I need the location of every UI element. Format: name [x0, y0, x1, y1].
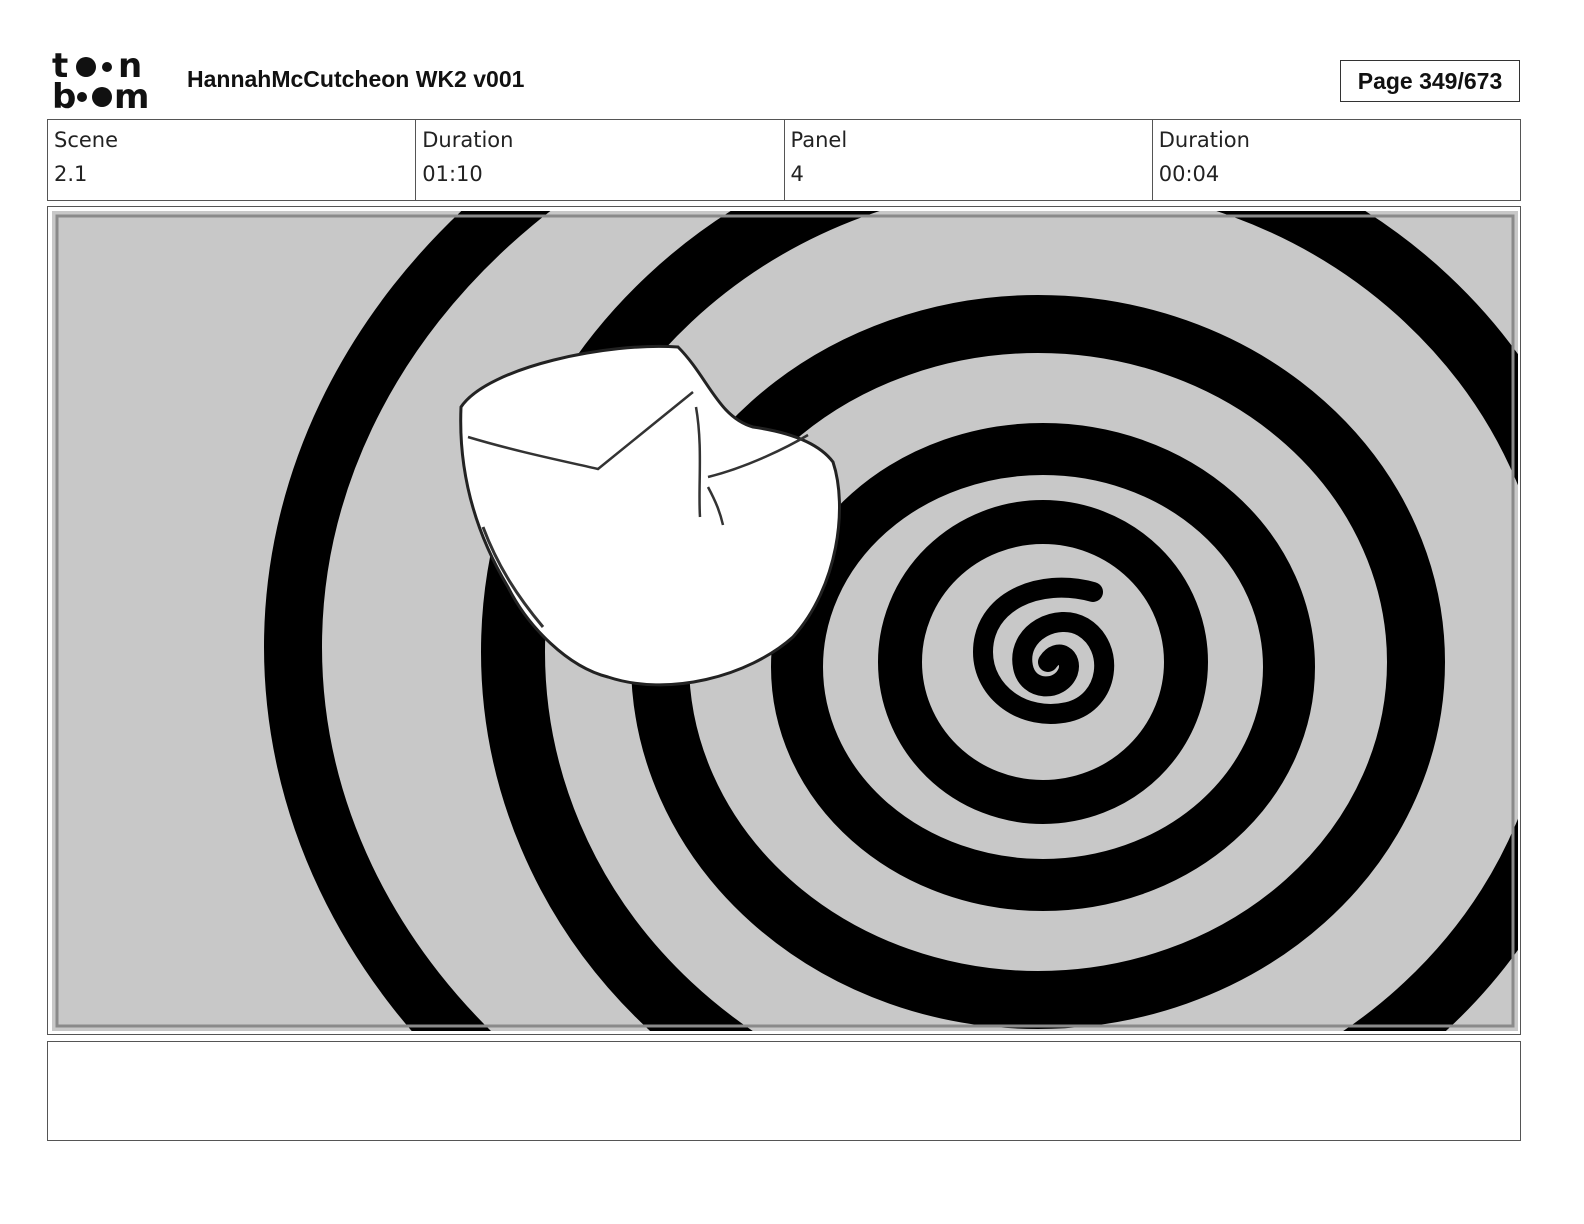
panel-drawing [52, 211, 1518, 1031]
panel-cell: Panel 4 [785, 120, 1153, 200]
scene-duration-cell: Duration 01:10 [416, 120, 785, 200]
scene-label: Scene [54, 128, 119, 152]
panel-duration-cell: Duration 00:04 [1153, 120, 1520, 200]
toon-boom-logo-mark: t n b m [52, 46, 149, 117]
panel-value: 4 [790, 162, 804, 186]
storyboard-panel [47, 206, 1521, 1035]
panel-duration-value: 00:04 [1158, 162, 1220, 186]
scene-duration-label: Duration [422, 128, 514, 152]
scene-value: 2.1 [54, 162, 88, 186]
toon-boom-logo: t n b m [52, 46, 164, 117]
page-number: Page 349/673 [1340, 60, 1520, 102]
svg-text:m: m [114, 77, 149, 112]
panel-duration-label: Duration [1158, 128, 1250, 152]
scene-duration-value: 01:10 [422, 162, 483, 186]
scene-cell: Scene 2.1 [48, 120, 417, 200]
document-title: HannahMcCutcheon WK2 v001 [187, 66, 525, 92]
svg-text:b: b [52, 77, 76, 112]
panel-notes-box [47, 1041, 1521, 1141]
panel-label: Panel [790, 128, 848, 152]
panel-info-table: Scene 2.1 Duration 01:10 Panel 4 Duratio… [47, 119, 1521, 201]
